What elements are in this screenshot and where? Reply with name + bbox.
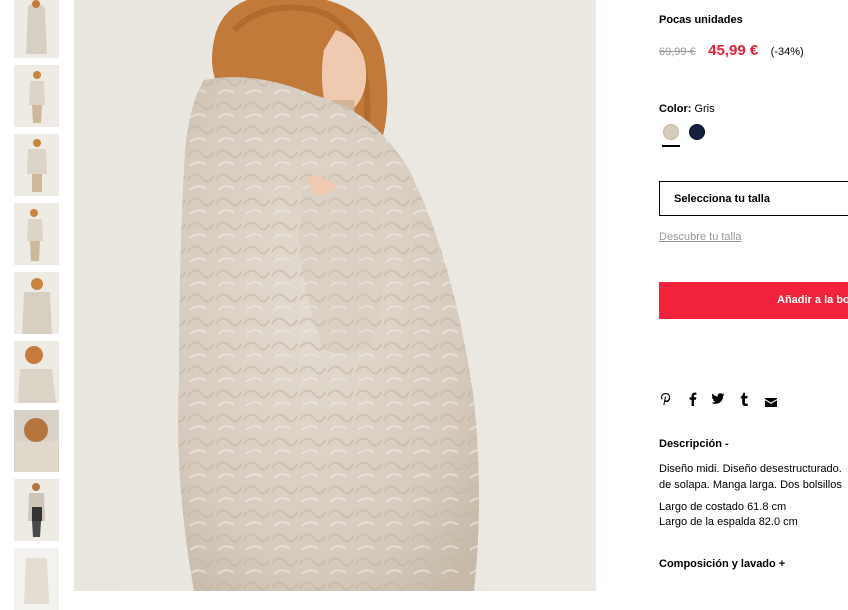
description-title[interactable]: Descripción - <box>659 438 729 450</box>
tumblr-icon[interactable] <box>740 392 749 411</box>
price-block: 69,99 € 45,99 € (-34%) <box>659 42 804 60</box>
thumbnail-2[interactable] <box>14 65 59 127</box>
dimensions-text: Largo de costado 61.8 cm Largo de la esp… <box>659 500 798 530</box>
color-value: Gris <box>694 103 715 115</box>
thumbnail-4[interactable] <box>14 203 59 265</box>
mail-icon[interactable] <box>765 394 777 412</box>
thumbnail-8[interactable] <box>14 479 59 541</box>
size-guide-link[interactable]: Descubre tu talla <box>659 231 742 243</box>
stock-status: Pocas unidades <box>659 14 743 26</box>
thumbnail-5[interactable] <box>14 272 59 334</box>
size-select[interactable]: Selecciona tu talla <box>659 181 848 216</box>
description-line-2: de solapa. Manga larga. Dos bolsillos <box>659 479 842 491</box>
product-info-panel: Pocas unidades 69,99 € 45,99 € (-34%) Co… <box>659 0 848 591</box>
selected-swatch-indicator <box>662 145 680 147</box>
thumbnail-6[interactable] <box>14 341 59 403</box>
main-product-image <box>74 0 596 591</box>
color-swatch-navy[interactable] <box>689 124 705 140</box>
thumbnail-1[interactable] <box>14 0 59 58</box>
facebook-icon[interactable] <box>688 392 697 411</box>
color-label-title: Color: <box>659 103 692 115</box>
add-to-bag-button[interactable]: Añadir a la bolsa <box>659 282 848 319</box>
dimension-line-2: Largo de la espalda 82.0 cm <box>659 516 798 528</box>
dimension-line-1: Largo de costado 61.8 cm <box>659 501 787 513</box>
pinterest-icon[interactable] <box>660 392 672 411</box>
thumbnail-7[interactable] <box>14 410 59 472</box>
twitter-icon[interactable] <box>711 392 725 410</box>
description-line-1: Diseño midi. Diseño desestructurado. <box>659 463 842 475</box>
thumbnail-9[interactable] <box>14 548 59 610</box>
discount-badge: (-34%) <box>770 46 804 58</box>
composition-toggle[interactable]: Composición y lavado + <box>659 558 785 570</box>
sale-price: 45,99 € <box>708 42 759 59</box>
thumbnail-3[interactable] <box>14 134 59 196</box>
color-label: Color: Gris <box>659 103 715 115</box>
description-text: Diseño midi. Diseño desestructurado. de … <box>659 461 848 493</box>
color-swatch-beige[interactable] <box>663 124 679 140</box>
old-price: 69,99 € <box>659 46 696 58</box>
